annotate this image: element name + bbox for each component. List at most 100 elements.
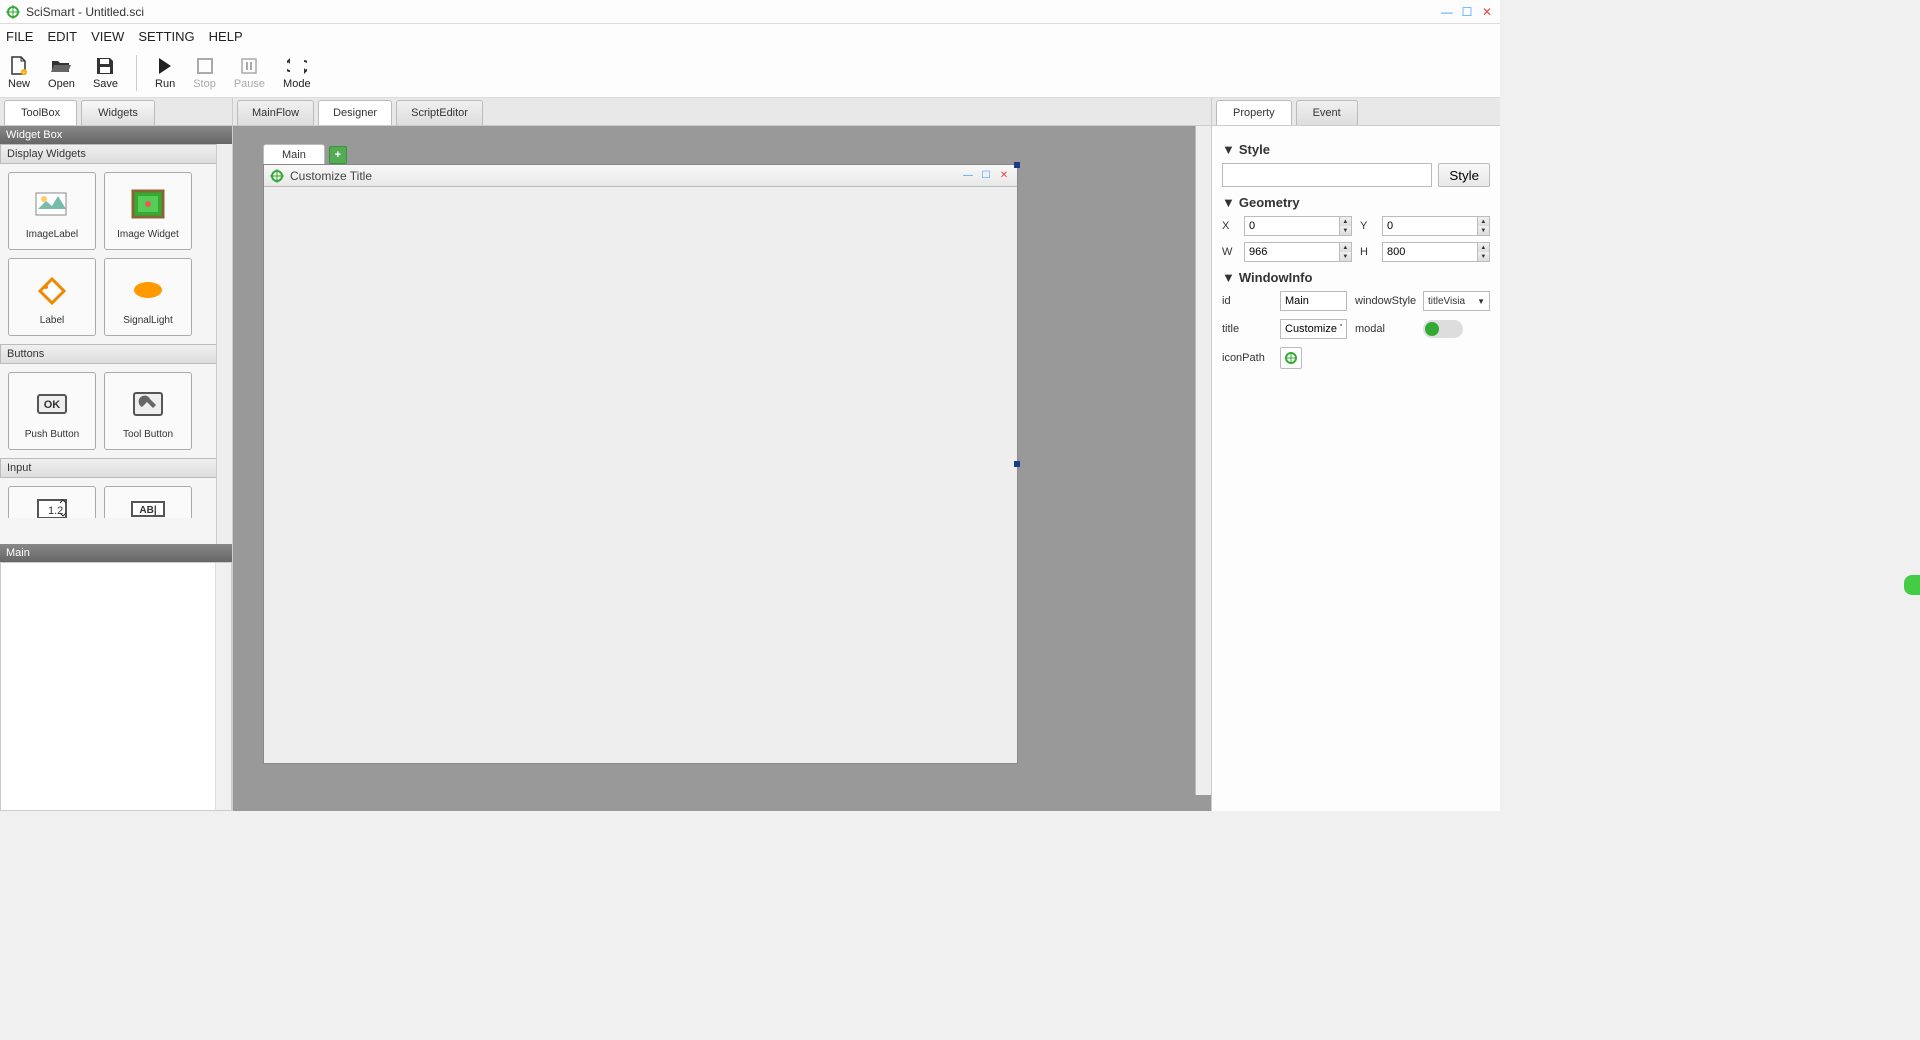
widget-lineedit[interactable]: AB| <box>104 486 192 518</box>
stop-button[interactable]: Stop <box>193 56 216 90</box>
menu-file[interactable]: FILE <box>6 29 33 44</box>
dw-maximize-icon[interactable]: ☐ <box>979 169 993 183</box>
inner-tab-strip: Main + <box>263 144 347 165</box>
selection-handle[interactable] <box>1014 162 1020 168</box>
menu-help[interactable]: HELP <box>209 29 243 44</box>
widget-imagewidget[interactable]: Image Widget <box>104 172 192 250</box>
tab-scripteditor[interactable]: ScriptEditor <box>396 100 483 125</box>
open-label: Open <box>48 78 75 90</box>
folder-open-icon <box>51 56 71 76</box>
geom-x-input[interactable]: ▲▼ <box>1244 216 1352 236</box>
maximize-icon[interactable]: ☐ <box>1460 5 1474 19</box>
svg-text:OK: OK <box>44 399 61 411</box>
open-button[interactable]: Open <box>48 56 75 90</box>
new-file-icon: + <box>9 56 29 76</box>
geom-y-label: Y <box>1360 220 1374 232</box>
spin-down-icon[interactable]: ▼ <box>1477 226 1489 235</box>
spin-down-icon[interactable]: ▼ <box>1339 226 1351 235</box>
widget-label[interactable]: Label <box>8 258 96 336</box>
label-icon <box>31 269 73 311</box>
tab-mainflow[interactable]: MainFlow <box>237 100 314 125</box>
center-tabs: MainFlow Designer ScriptEditor <box>233 98 1211 126</box>
tab-designer[interactable]: Designer <box>318 100 392 125</box>
menu-setting[interactable]: SETTING <box>138 29 194 44</box>
mode-label: Mode <box>283 78 311 90</box>
svg-text:1.2: 1.2 <box>48 505 63 517</box>
spin-up-icon[interactable]: ▲ <box>1339 243 1351 252</box>
tab-toolbox[interactable]: ToolBox <box>4 100 77 125</box>
widget-imagelabel[interactable]: ImageLabel <box>8 172 96 250</box>
pause-button[interactable]: Pause <box>234 56 265 90</box>
style-button[interactable]: Style <box>1438 163 1490 187</box>
left-panel: ToolBox Widgets Widget Box Display Widge… <box>0 98 233 811</box>
add-tab-button[interactable]: + <box>329 146 347 164</box>
widget-toolbutton[interactable]: Tool Button <box>104 372 192 450</box>
widget-pushbutton[interactable]: OK Push Button <box>8 372 96 450</box>
wininfo-windowstyle-combo[interactable]: titleVisia <box>1423 291 1490 311</box>
design-window[interactable]: Customize Title — ☐ ✕ <box>263 164 1018 764</box>
menu-edit[interactable]: EDIT <box>47 29 77 44</box>
dw-minimize-icon[interactable]: — <box>961 169 975 183</box>
tab-widgets[interactable]: Widgets <box>81 100 155 125</box>
group-input[interactable]: Input <box>0 458 232 478</box>
widget-box: Display Widgets ImageLabel Image Widget … <box>0 144 232 544</box>
signal-light-icon <box>127 269 169 311</box>
wininfo-windowstyle-label: windowStyle <box>1355 295 1415 307</box>
stop-label: Stop <box>193 78 216 90</box>
section-windowinfo[interactable]: ▼ WindowInfo <box>1222 270 1490 285</box>
group-display-widgets[interactable]: Display Widgets <box>0 144 232 164</box>
wininfo-modal-toggle[interactable] <box>1423 320 1463 338</box>
run-button[interactable]: Run <box>155 56 175 90</box>
section-style[interactable]: ▼ Style <box>1222 142 1490 157</box>
group-buttons[interactable]: Buttons <box>0 344 232 364</box>
spin-up-icon[interactable]: ▲ <box>1477 243 1489 252</box>
widget-scrollbar[interactable] <box>216 144 232 544</box>
dw-close-icon[interactable]: ✕ <box>997 169 1011 183</box>
run-label: Run <box>155 78 175 90</box>
widget-label: Push Button <box>25 429 79 440</box>
toolbar: + New Open Save Run Stop Pause Mode <box>0 48 1500 98</box>
widget-spinbox[interactable]: 1.2 <box>8 486 96 518</box>
wininfo-id-label: id <box>1222 295 1272 307</box>
inner-tab-main[interactable]: Main <box>263 144 325 165</box>
mode-icon <box>287 56 307 76</box>
design-area[interactable]: Main + Customize Title — ☐ ✕ <box>233 126 1211 811</box>
spin-up-icon[interactable]: ▲ <box>1339 217 1351 226</box>
close-icon[interactable]: ✕ <box>1480 5 1494 19</box>
geom-y-input[interactable]: ▲▼ <box>1382 216 1490 236</box>
selection-handle[interactable] <box>1014 461 1020 467</box>
geom-h-input[interactable]: ▲▼ <box>1382 242 1490 262</box>
design-scrollbar-vertical[interactable] <box>1195 126 1211 795</box>
spin-down-icon[interactable]: ▼ <box>1339 252 1351 261</box>
new-button[interactable]: + New <box>8 56 30 90</box>
property-body: ▼ Style Style ▼ Geometry X ▲▼ Y ▲▼ W ▲▼ … <box>1212 126 1500 811</box>
wininfo-iconpath-button[interactable] <box>1280 347 1302 369</box>
widget-label: Tool Button <box>123 429 173 440</box>
tool-button-icon <box>127 383 169 425</box>
design-window-title: Customize Title <box>290 169 372 183</box>
tree-header: Main <box>0 544 232 562</box>
menu-view[interactable]: VIEW <box>91 29 124 44</box>
save-button[interactable]: Save <box>93 56 118 90</box>
geom-w-input[interactable]: ▲▼ <box>1244 242 1352 262</box>
object-tree[interactable] <box>0 562 232 811</box>
left-tabs: ToolBox Widgets <box>0 98 232 126</box>
mode-button[interactable]: Mode <box>283 56 311 90</box>
widget-signallight[interactable]: SignalLight <box>104 258 192 336</box>
wininfo-title-input[interactable] <box>1280 319 1347 339</box>
edge-badge[interactable] <box>1904 575 1920 595</box>
right-panel: Property Event ▼ Style Style ▼ Geometry … <box>1212 98 1500 811</box>
tree-scrollbar[interactable] <box>215 563 231 810</box>
toolbar-separator <box>136 55 137 91</box>
section-geometry[interactable]: ▼ Geometry <box>1222 195 1490 210</box>
tab-event[interactable]: Event <box>1296 100 1358 125</box>
style-input[interactable] <box>1222 163 1432 187</box>
widget-label: Image Widget <box>117 229 179 240</box>
minimize-icon[interactable]: — <box>1440 5 1454 19</box>
spin-up-icon[interactable]: ▲ <box>1477 217 1489 226</box>
spin-down-icon[interactable]: ▼ <box>1477 252 1489 261</box>
right-tabs: Property Event <box>1212 98 1500 126</box>
save-icon <box>95 56 115 76</box>
tab-property[interactable]: Property <box>1216 100 1292 125</box>
wininfo-id-input[interactable] <box>1280 291 1347 311</box>
